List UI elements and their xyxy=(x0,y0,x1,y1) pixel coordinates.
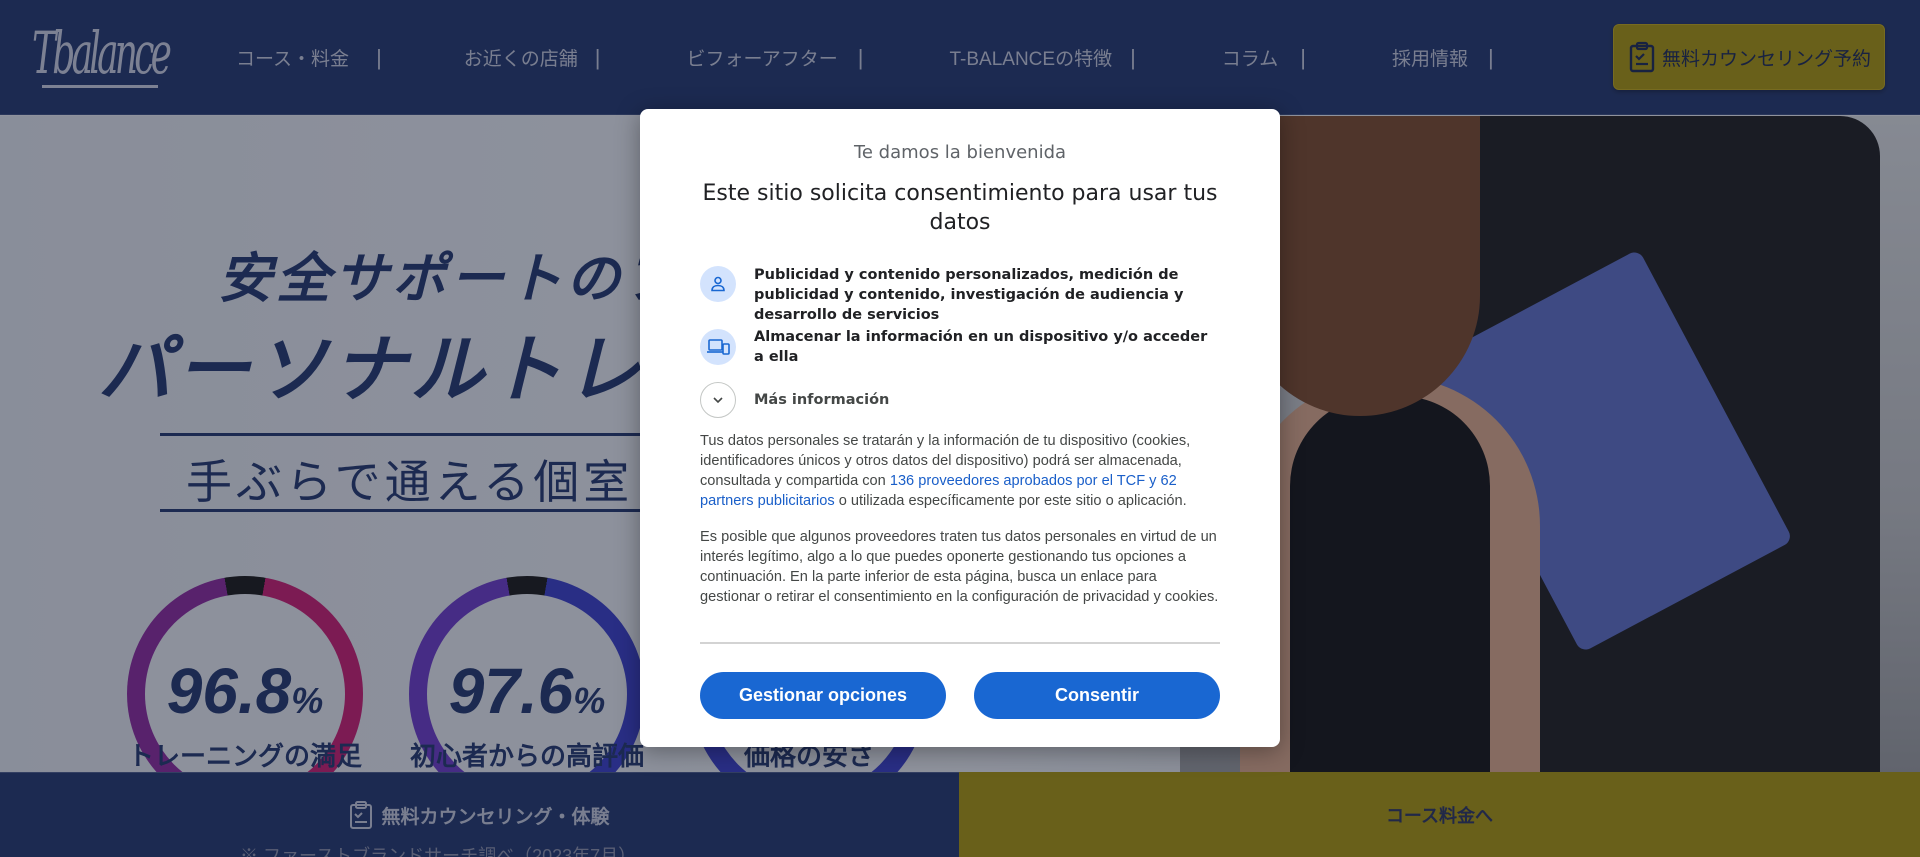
consent-dialog: Te damos la bienvenida Este sitio solici… xyxy=(640,109,1280,747)
consent-paragraph-text: o utilizada específicamente por este sit… xyxy=(834,493,1187,509)
consent-welcome: Te damos la bienvenida xyxy=(853,142,1067,163)
more-info-label: Más información xyxy=(754,392,890,408)
consent-purpose-text: Almacenar la información en un dispositi… xyxy=(754,329,1208,365)
consent-title: Este sitio solicita consentimiento para … xyxy=(702,181,1218,235)
devices-icon xyxy=(700,329,736,365)
consent-paragraph-data: Tus datos personales se tratarán y la in… xyxy=(700,431,1220,511)
more-info-toggle[interactable]: Más información xyxy=(700,382,889,418)
consent-purpose-storage: Almacenar la información en un dispositi… xyxy=(700,327,1220,367)
consent-paragraph-legitimate-interest: Es posible que algunos proveedores trate… xyxy=(700,529,1219,605)
consent-button[interactable]: Consentir xyxy=(974,672,1220,719)
consent-divider xyxy=(700,642,1220,644)
manage-options-button[interactable]: Gestionar opciones xyxy=(700,672,946,719)
consent-purpose-text: Publicidad y contenido personalizados, m… xyxy=(754,267,1184,323)
chevron-down-icon xyxy=(700,382,736,418)
person-icon xyxy=(700,266,736,302)
consent-purpose-ads: Publicidad y contenido personalizados, m… xyxy=(700,266,1220,325)
